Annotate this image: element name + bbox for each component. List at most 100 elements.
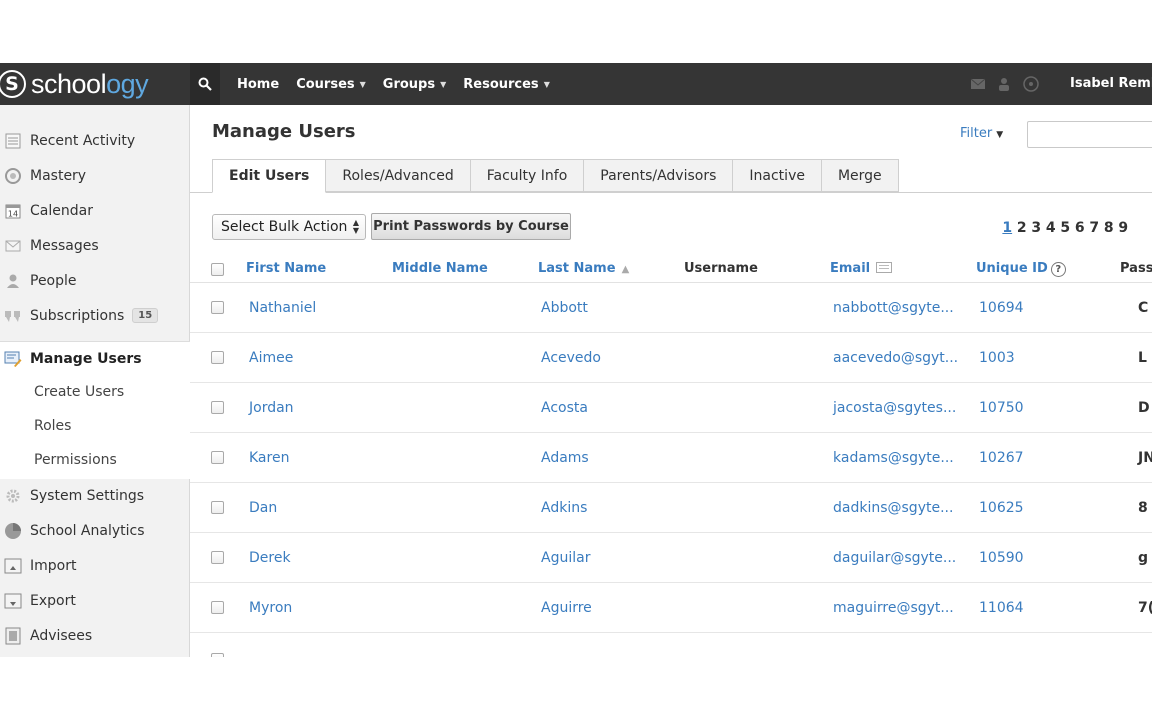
row-checkbox[interactable] bbox=[211, 551, 224, 564]
filter-search-input[interactable] bbox=[1027, 121, 1152, 148]
search-button[interactable] bbox=[190, 63, 220, 105]
sidebar-subitem-roles[interactable]: Roles bbox=[0, 409, 190, 443]
unique-id-cell[interactable]: 10625 bbox=[979, 500, 1024, 516]
row-checkbox[interactable] bbox=[211, 451, 224, 464]
last-name-cell[interactable]: Acevedo bbox=[541, 350, 601, 366]
table-row: Jordan Acosta jacosta@sgytes... 10750 D bbox=[190, 383, 1152, 433]
unique-id-cell[interactable]: 1003 bbox=[979, 350, 1015, 366]
tab-bar: Edit Users Roles/Advanced Faculty Info P… bbox=[212, 159, 899, 193]
bulk-action-select[interactable]: Select Bulk Action ▲ ▼ bbox=[212, 214, 366, 240]
first-name-cell[interactable]: Myron bbox=[249, 600, 292, 616]
select-all-checkbox[interactable] bbox=[211, 263, 224, 276]
sidebar-item-mastery[interactable]: Mastery bbox=[0, 158, 190, 193]
page-link[interactable]: 3 bbox=[1029, 220, 1044, 236]
nav-home[interactable]: Home bbox=[237, 77, 279, 92]
column-last-name[interactable]: Last Name ▲ bbox=[538, 261, 629, 276]
nav-courses[interactable]: Courses ▼ bbox=[296, 77, 366, 92]
first-name-cell[interactable]: Derek bbox=[249, 550, 291, 566]
sidebar-item-manage-users[interactable]: Manage Users bbox=[0, 341, 191, 376]
page-title: Manage Users bbox=[212, 121, 356, 142]
messages-envelope-icon[interactable] bbox=[970, 78, 986, 90]
nav-groups[interactable]: Groups ▼ bbox=[383, 77, 446, 92]
sidebar-subitem-permissions[interactable]: Permissions bbox=[0, 443, 190, 477]
notifications-signal-icon[interactable] bbox=[1022, 75, 1040, 93]
sidebar-item-system-settings[interactable]: System Settings bbox=[0, 478, 190, 513]
row-checkbox[interactable] bbox=[211, 301, 224, 314]
page-link[interactable]: 9 bbox=[1116, 220, 1131, 236]
page-link[interactable]: 8 bbox=[1102, 220, 1117, 236]
table-row: Aimee Acevedo aacevedo@sgyt... 1003 L bbox=[190, 333, 1152, 383]
row-checkbox[interactable] bbox=[211, 401, 224, 414]
last-name-cell[interactable]: Acosta bbox=[541, 400, 588, 416]
email-cell[interactable]: kadams@sgyte... bbox=[833, 450, 954, 466]
column-middle-name[interactable]: Middle Name bbox=[392, 261, 488, 276]
password-cell: g bbox=[1138, 550, 1149, 566]
row-checkbox[interactable] bbox=[211, 351, 224, 364]
last-name-cell[interactable]: Abbott bbox=[541, 300, 588, 316]
page-link[interactable]: 6 bbox=[1073, 220, 1088, 236]
first-name-cell[interactable]: Aimee bbox=[249, 350, 293, 366]
email-cell[interactable]: daguilar@sgyte... bbox=[833, 550, 956, 566]
sidebar-item-label: People bbox=[30, 272, 77, 289]
page-link[interactable]: 4 bbox=[1044, 220, 1059, 236]
connections-people-icon[interactable] bbox=[996, 76, 1012, 92]
sidebar-item-import[interactable]: Import bbox=[0, 548, 190, 583]
sidebar-item-school-analytics[interactable]: School Analytics bbox=[0, 513, 190, 548]
print-passwords-button[interactable]: Print Passwords by Course bbox=[371, 213, 571, 240]
email-cell[interactable]: dadkins@sgyte... bbox=[833, 500, 953, 516]
nav-resources[interactable]: Resources ▼ bbox=[463, 77, 550, 92]
first-name-cell[interactable]: Karen bbox=[249, 450, 289, 466]
sidebar-item-label: School Analytics bbox=[30, 522, 145, 539]
last-name-cell[interactable]: Adams bbox=[541, 450, 589, 466]
email-cell[interactable]: aacevedo@sgyt... bbox=[833, 350, 958, 366]
filter-dropdown[interactable]: Filter ▼ bbox=[960, 126, 1003, 141]
page-link[interactable]: 1 bbox=[1000, 220, 1015, 236]
sidebar-item-people[interactable]: People bbox=[0, 263, 190, 298]
unique-id-cell[interactable]: 10590 bbox=[979, 550, 1024, 566]
sidebar-item-messages[interactable]: Messages bbox=[0, 228, 190, 263]
column-email[interactable]: Email bbox=[830, 261, 893, 276]
tab-faculty-info[interactable]: Faculty Info bbox=[470, 159, 585, 192]
sidebar-item-advisees[interactable]: Advisees bbox=[0, 618, 190, 653]
email-cell[interactable]: nabbott@sgyte... bbox=[833, 300, 954, 316]
user-menu[interactable]: Isabel Remi bbox=[1070, 63, 1152, 105]
export-icon bbox=[4, 592, 22, 610]
unique-id-cell[interactable]: 10267 bbox=[979, 450, 1024, 466]
column-unique-id[interactable]: Unique ID? bbox=[976, 261, 1066, 277]
tab-merge[interactable]: Merge bbox=[821, 159, 899, 192]
tab-roles-advanced[interactable]: Roles/Advanced bbox=[326, 159, 471, 192]
email-settings-icon[interactable] bbox=[876, 262, 893, 273]
sidebar-item-subscriptions[interactable]: Subscriptions 15 bbox=[0, 298, 190, 333]
sidebar-item-export[interactable]: Export bbox=[0, 583, 190, 618]
help-question-icon[interactable]: ? bbox=[1050, 262, 1066, 277]
email-cell[interactable]: maguirre@sgyt... bbox=[833, 600, 954, 616]
first-name-cell[interactable]: Nathaniel bbox=[249, 300, 316, 316]
tab-parents-advisors[interactable]: Parents/Advisors bbox=[584, 159, 734, 192]
sidebar-item-recent-activity[interactable]: Recent Activity bbox=[0, 123, 190, 158]
analytics-globe-icon bbox=[4, 522, 22, 540]
select-arrows-icon: ▲ ▼ bbox=[352, 218, 359, 235]
page-link[interactable]: 7 bbox=[1087, 220, 1102, 236]
unique-id-cell[interactable]: 10694 bbox=[979, 300, 1024, 316]
schoology-logo[interactable]: S schoology bbox=[0, 63, 189, 105]
email-cell[interactable]: jacosta@sgytes... bbox=[833, 400, 956, 416]
password-cell: 8 bbox=[1138, 500, 1148, 516]
row-checkbox[interactable] bbox=[211, 653, 224, 657]
row-checkbox[interactable] bbox=[211, 501, 224, 514]
first-name-cell[interactable]: Dan bbox=[249, 500, 277, 516]
column-first-name[interactable]: First Name bbox=[246, 261, 326, 276]
page-link[interactable]: 2 bbox=[1015, 220, 1030, 236]
last-name-cell[interactable]: Aguilar bbox=[541, 550, 590, 566]
unique-id-cell[interactable]: 11064 bbox=[979, 600, 1024, 616]
last-name-cell[interactable]: Adkins bbox=[541, 500, 587, 516]
sidebar-item-calendar[interactable]: 14 Calendar bbox=[0, 193, 190, 228]
row-checkbox[interactable] bbox=[211, 601, 224, 614]
unique-id-cell[interactable]: 10750 bbox=[979, 400, 1024, 416]
sidebar-subitem-create-users[interactable]: Create Users bbox=[0, 375, 190, 409]
page-link[interactable]: 5 bbox=[1058, 220, 1073, 236]
last-name-cell[interactable]: Aguirre bbox=[541, 600, 592, 616]
password-cell: D bbox=[1138, 400, 1150, 416]
first-name-cell[interactable]: Jordan bbox=[249, 400, 294, 416]
tab-edit-users[interactable]: Edit Users bbox=[212, 159, 327, 193]
tab-inactive[interactable]: Inactive bbox=[733, 159, 822, 192]
